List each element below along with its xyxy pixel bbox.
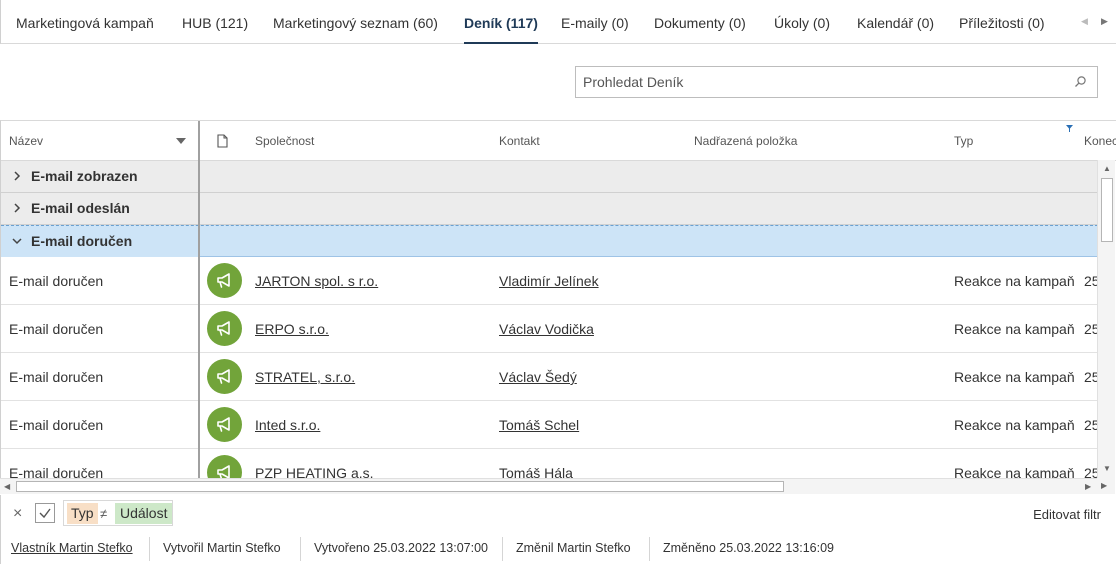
horizontal-scrollbar[interactable]: ◀ ▶ [0,478,1097,494]
group-row-email-viewed[interactable]: E-mail zobrazen [1,161,1098,193]
cell-company-link[interactable]: STRATEL, s.r.o. [255,353,355,401]
filter-clear-icon[interactable]: × [13,506,22,522]
filter-bar: × Typ ≠ Událost Editovat filtr [0,495,1116,533]
journal-grid: Název Společnost Kontakt Nadřazená polož… [0,120,1116,494]
cell-contact-link[interactable]: Tomáš Schel [499,401,579,449]
status-bar: Vlastník Martin Stefko Vytvořil Martin S… [0,533,1116,564]
table-row[interactable]: E-mail doručen Inted s.r.o. Tomáš Schel … [1,401,1100,449]
tab-marketing-campaign[interactable]: Marketingová kampaň [16,0,154,44]
tab-bar: Marketingová kampaň HUB (121) Marketingo… [0,0,1116,44]
column-header-type[interactable]: Typ [954,121,973,161]
scroll-right-icon[interactable]: ▶ [1085,482,1091,491]
cell-type: Reakce na kampaň [954,369,1075,385]
cell-name: E-mail doručen [9,321,104,337]
filter-expression[interactable]: Typ ≠ Událost [63,500,173,526]
tab-scroll-left-icon[interactable]: ◀ [1081,16,1088,27]
column-header-company[interactable]: Společnost [255,121,314,161]
status-divider [649,537,650,561]
row-icon-badge [207,359,242,394]
created-by: Vytvořil Martin Stefko [163,541,281,555]
edit-filter-link[interactable]: Editovat filtr [1033,507,1101,522]
changed-by: Změnil Martin Stefko [516,541,631,555]
scroll-up-icon[interactable]: ▲ [1103,164,1111,173]
tab-calendar[interactable]: Kalendář (0) [857,0,934,44]
search-box [575,66,1098,98]
column-header-contact[interactable]: Kontakt [499,121,540,161]
table-row[interactable]: E-mail doručen STRATEL, s.r.o. Václav Še… [1,353,1100,401]
chevron-right-icon[interactable] [11,202,23,214]
column-header-name[interactable]: Název [9,121,43,161]
filter-value: Událost [115,503,173,524]
column-sort-down-icon[interactable] [176,138,186,144]
megaphone-icon [217,417,230,432]
owner-link[interactable]: Vlastník Martin Stefko [11,533,133,564]
changed-date: Změněno 25.03.2022 13:16:09 [663,541,834,555]
tab-hub[interactable]: HUB (121) [182,0,248,44]
scroll-left-icon[interactable]: ◀ [4,482,10,491]
cell-name: E-mail doručen [9,369,104,385]
table-row[interactable]: E-mail doručen JARTON spol. s r.o. Vladi… [1,257,1100,305]
status-divider [149,537,150,561]
status-divider [300,537,301,561]
row-icon-badge [207,311,242,346]
tab-scroll-right-icon[interactable]: ▶ [1101,16,1108,27]
megaphone-icon [217,321,230,336]
tab-journal[interactable]: Deník (117) [464,0,538,44]
row-icon-badge [207,407,242,442]
status-divider [502,537,503,561]
group-label: E-mail odeslán [31,200,130,216]
group-row-email-delivered[interactable]: E-mail doručen [1,225,1098,257]
tab-marketing-list[interactable]: Marketingový seznam (60) [273,0,438,44]
filter-enabled-checkbox[interactable] [35,503,55,523]
group-label: E-mail zobrazen [31,168,138,184]
cell-type: Reakce na kampaň [954,321,1075,337]
cell-company-link[interactable]: Inted s.r.o. [255,401,320,449]
cell-company-link[interactable]: ERPO s.r.o. [255,305,329,353]
search-input[interactable] [576,67,1066,97]
horizontal-scroll-thumb[interactable] [16,481,784,492]
search-icon[interactable] [1073,75,1087,89]
cell-type: Reakce na kampaň [954,273,1075,289]
filter-icon[interactable] [1066,125,1073,132]
filter-field: Typ [67,503,98,524]
cell-company-link[interactable]: JARTON spol. s r.o. [255,257,378,305]
created-date: Vytvořeno 25.03.2022 13:07:00 [314,541,488,555]
megaphone-icon [217,369,230,384]
cell-contact-link[interactable]: Václav Vodička [499,305,594,353]
row-icon-badge [207,263,242,298]
check-icon [39,508,51,519]
tab-emails[interactable]: E-maily (0) [561,0,629,44]
chevron-right-icon[interactable] [11,170,23,182]
tab-tasks[interactable]: Úkoly (0) [774,0,830,44]
chevron-down-icon[interactable] [11,235,23,247]
group-row-email-sent[interactable]: E-mail odeslán [1,193,1098,225]
cell-name: E-mail doručen [9,273,104,289]
filter-operator: ≠ [100,506,108,521]
scroll-down-icon[interactable]: ▼ [1103,464,1111,473]
scrollbar-corner: ▶ [1097,478,1115,494]
grid-header: Název Společnost Kontakt Nadřazená polož… [1,121,1116,161]
column-header-parent[interactable]: Nadřazená položka [694,121,797,161]
cell-contact-link[interactable]: Václav Šedý [499,353,577,401]
cell-contact-link[interactable]: Vladimír Jelínek [499,257,599,305]
tab-opportunities[interactable]: Příležitosti (0) [959,0,1045,44]
column-header-end[interactable]: Konec [1084,121,1116,161]
scroll-right-end-icon[interactable]: ▶ [1101,481,1107,490]
document-icon [217,134,228,148]
vertical-scroll-thumb[interactable] [1101,178,1113,242]
vertical-scrollbar[interactable]: ▲ ▼ [1097,160,1115,478]
megaphone-icon [217,273,230,288]
frozen-column-separator[interactable] [198,121,200,494]
tab-documents[interactable]: Dokumenty (0) [654,0,746,44]
cell-name: E-mail doručen [9,417,104,433]
table-row[interactable]: E-mail doručen ERPO s.r.o. Václav Vodičk… [1,305,1100,353]
group-label: E-mail doručen [31,233,133,249]
cell-type: Reakce na kampaň [954,417,1075,433]
